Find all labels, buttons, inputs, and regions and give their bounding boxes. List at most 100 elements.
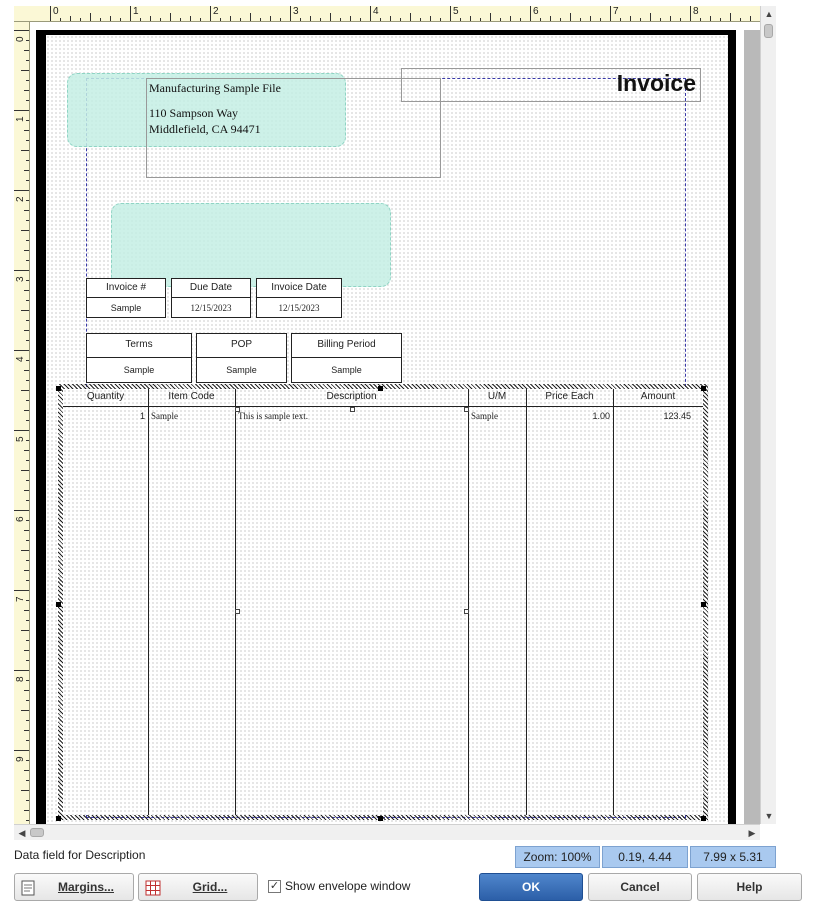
ruler-tick (750, 16, 751, 21)
ruler-tick (24, 450, 29, 451)
ruler-tick (26, 500, 29, 501)
due-date-field[interactable]: Due Date 12/15/2023 (171, 278, 251, 318)
column-divider[interactable] (468, 389, 469, 815)
grid-button[interactable]: Grid... (138, 873, 258, 901)
ruler-tick (26, 560, 29, 561)
ruler-tick (480, 18, 481, 21)
resize-handle[interactable] (235, 407, 240, 412)
ruler-tick (120, 18, 121, 21)
ok-button[interactable]: OK (479, 873, 583, 901)
ruler-tick (380, 18, 381, 21)
scroll-up-icon[interactable]: ▲ (762, 7, 776, 21)
field-label: Invoice Date (257, 279, 341, 298)
ruler-tick (26, 200, 29, 201)
ruler-tick (24, 490, 29, 491)
checkbox-checked-icon[interactable]: ✓ (268, 880, 281, 893)
column-divider[interactable] (235, 389, 236, 815)
ruler-tick (140, 18, 141, 21)
resize-handle[interactable] (701, 816, 706, 821)
bill-to-block[interactable] (111, 203, 391, 287)
ruler-tick (24, 370, 29, 371)
column-header-price-each[interactable]: Price Each (526, 391, 613, 402)
horizontal-scrollbar[interactable]: ◀ ▶ (14, 824, 760, 840)
resize-handle[interactable] (235, 609, 240, 614)
invoice-date-field[interactable]: Invoice Date 12/15/2023 (256, 278, 342, 318)
terms-field[interactable]: Terms Sample (86, 333, 192, 383)
ruler-tick (350, 16, 351, 21)
column-header-item-code[interactable]: Item Code (148, 391, 235, 402)
resize-handle[interactable] (56, 602, 61, 607)
ruler-tick (220, 18, 221, 21)
column-header-um[interactable]: U/M (468, 391, 526, 402)
field-label: Invoice # (87, 279, 165, 298)
ruler-tick (580, 18, 581, 21)
column-divider[interactable] (526, 389, 527, 815)
ruler-tick (26, 760, 29, 761)
resize-handle[interactable] (464, 609, 469, 614)
company-info-box[interactable]: Manufacturing Sample File 110 Sampson Wa… (146, 78, 441, 178)
ruler-number: 2 (213, 6, 219, 17)
scroll-left-icon[interactable]: ◀ (15, 826, 29, 840)
resize-handle[interactable] (378, 386, 383, 391)
grid-label: Grid... (192, 880, 228, 894)
invoice-number-field[interactable]: Invoice # Sample (86, 278, 166, 318)
ruler-tick (540, 18, 541, 21)
company-address-line1: 110 Sampson Way (149, 106, 239, 120)
cell-amount[interactable]: 123.45 (613, 411, 691, 421)
ruler-tick (26, 640, 29, 641)
ruler-tick (300, 18, 301, 21)
ruler-tick (14, 670, 29, 671)
show-envelope-label[interactable]: Show envelope window (285, 879, 410, 893)
resize-handle[interactable] (56, 386, 61, 391)
ruler-tick (730, 13, 731, 21)
billing-period-field[interactable]: Billing Period Sample (291, 333, 402, 383)
ruler-tick (130, 6, 131, 21)
field-value: Sample (331, 365, 362, 375)
cancel-button[interactable]: Cancel (588, 873, 692, 901)
cell-description[interactable]: This is sample text. (238, 411, 308, 421)
ruler-tick (24, 570, 29, 571)
help-button[interactable]: Help (697, 873, 802, 901)
vertical-ruler: 0 1 2 3 4 5 6 7 8 9 (14, 22, 30, 824)
margins-button[interactable]: Margins... (14, 873, 134, 901)
ruler-tick (21, 790, 29, 791)
ruler-tick (26, 440, 29, 441)
column-divider[interactable] (613, 389, 614, 815)
page-edge (744, 30, 760, 824)
ruler-tick (270, 16, 271, 21)
ruler-tick (26, 140, 29, 141)
ruler-tick (740, 18, 741, 21)
ruler-number: 0 (15, 36, 26, 42)
margins-icon (21, 879, 35, 896)
resize-handle[interactable] (378, 816, 383, 821)
resize-handle[interactable] (56, 816, 61, 821)
cell-item-code[interactable]: Sample (151, 411, 178, 421)
resize-handle[interactable] (464, 407, 469, 412)
column-header-amount[interactable]: Amount (613, 391, 703, 402)
ruler-tick (21, 310, 29, 311)
vertical-scrollbar[interactable]: ▲ ▼ (760, 6, 776, 824)
resize-handle[interactable] (701, 386, 706, 391)
ruler-tick (200, 18, 201, 21)
cell-quantity[interactable]: 1 (63, 411, 145, 421)
column-header-description[interactable]: Description (235, 391, 468, 402)
pop-field[interactable]: POP Sample (196, 333, 287, 383)
column-header-quantity[interactable]: Quantity (63, 391, 148, 402)
resize-handle[interactable] (701, 602, 706, 607)
column-divider[interactable] (148, 389, 149, 815)
cell-price-each[interactable]: 1.00 (526, 411, 610, 421)
resize-handle[interactable] (350, 407, 355, 412)
ruler-tick (670, 16, 671, 21)
ruler-tick (500, 18, 501, 21)
ruler-tick (26, 520, 29, 521)
ruler-tick (24, 170, 29, 171)
title-box[interactable]: Invoice (401, 68, 701, 102)
horizontal-scroll-thumb[interactable] (30, 828, 44, 837)
ruler-tick (530, 6, 531, 21)
cell-um[interactable]: Sample (471, 411, 498, 421)
scroll-down-icon[interactable]: ▼ (762, 809, 776, 823)
vertical-scroll-thumb[interactable] (764, 24, 773, 38)
items-table[interactable]: Quantity Item Code Description U/M Price… (58, 384, 708, 820)
layout-canvas[interactable]: Manufacturing Sample File 110 Sampson Wa… (30, 22, 760, 824)
scroll-right-icon[interactable]: ▶ (745, 826, 759, 840)
